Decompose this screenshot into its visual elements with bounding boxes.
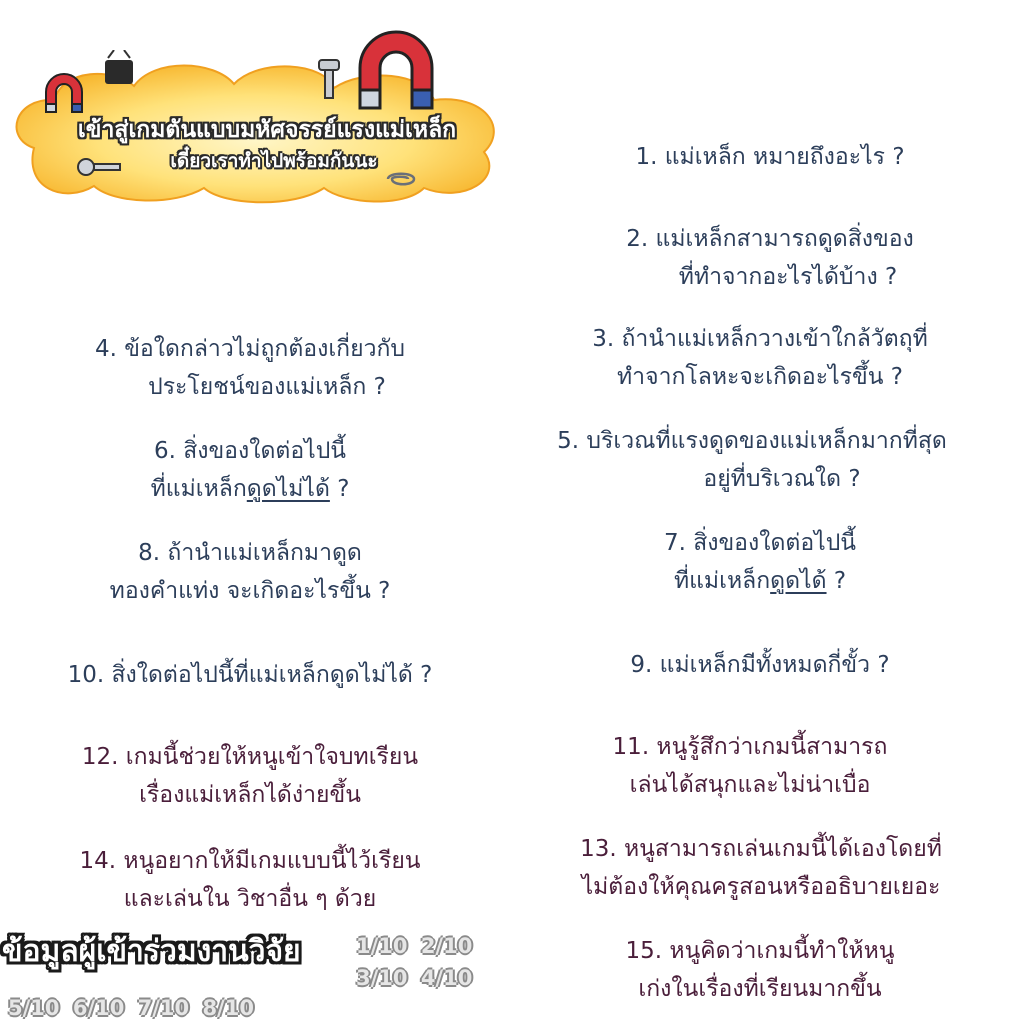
page-numbers-row-3: 5/10 6/10 7/10 8/10	[8, 996, 254, 1020]
question-8: 8. ถ้านำแม่เหล็กมาดูด ทองคำแท่ง จะเกิดอะ…	[109, 540, 391, 604]
question-7: 7. สิ่งของใดต่อไปนี้ ที่แม่เหล็กดูดได้ ?	[663, 530, 857, 594]
question-15: 15. หนูคิดว่าเกมนี้ทำให้หนู เก่งในเรื่อง…	[625, 938, 895, 1002]
underlined-cannot-attract: ดูดไม่ได้	[246, 476, 330, 502]
binder-clip-icon	[105, 50, 133, 84]
question-4: 4. ข้อใดกล่าวไม่ถูกต้องเกี่ยวกับ ประโยชน…	[94, 336, 406, 400]
research-participant-title: ข้อมูลผู้เข้าร่วมงานวิจัย	[2, 934, 301, 969]
page-numbers-row-2: 3/10 4/10	[356, 966, 473, 990]
title-banner: เข้าสู่เกมตันแบบมหัศจรรย์แรงแม่เหล็ก เดี…	[4, 28, 516, 204]
underlined-can-attract: ดูดได้	[770, 568, 827, 594]
question-12: 12. เกมนี้ช่วยให้หนูเข้าใจบทเรียน เรื่อง…	[81, 744, 419, 808]
question-6: 6. สิ่งของใดต่อไปนี้ ที่แม่เหล็กดูดไม่ได…	[150, 438, 350, 502]
screw-icon	[318, 59, 340, 99]
page-numbers-row-1: 1/10 2/10	[356, 934, 473, 958]
question-3: 3. ถ้านำแม่เหล็กวางเข้าใกล้วัตถุที่ ทำจา…	[592, 326, 928, 390]
question-1: 1. แม่เหล็ก หมายถึงอะไร ?	[635, 144, 905, 170]
question-11: 11. หนูรู้สึกว่าเกมนี้สามารถ เล่นได้สนุก…	[612, 734, 888, 798]
question-5: 5. บริเวณที่แรงดูดของแม่เหล็กมากที่สุด อ…	[557, 428, 947, 492]
question-14: 14. หนูอยากให้มีเกมแบบนี้ไว้เรียน และเล่…	[79, 848, 421, 912]
question-2: 2. แม่เหล็กสามารถดูดสิ่งของ ที่ทำจากอะไร…	[626, 226, 914, 290]
banner-title: เข้าสู่เกมตันแบบมหัศจรรย์แรงแม่เหล็ก	[77, 117, 457, 143]
question-9: 9. แม่เหล็กมีทั้งหมดกี่ขั้ว ?	[630, 652, 890, 678]
banner-subtitle: เดี๋ยวเราทำไปพร้อมกันนะ	[170, 150, 378, 172]
question-10: 10. สิ่งใดต่อไปนี้ที่แม่เหล็กดูดไม่ได้ ?	[67, 662, 433, 688]
magnet-icon	[358, 30, 434, 110]
question-13: 13. หนูสามารถเล่นเกมนี้ได้เองโดยที่ ไม่ต…	[580, 836, 942, 900]
